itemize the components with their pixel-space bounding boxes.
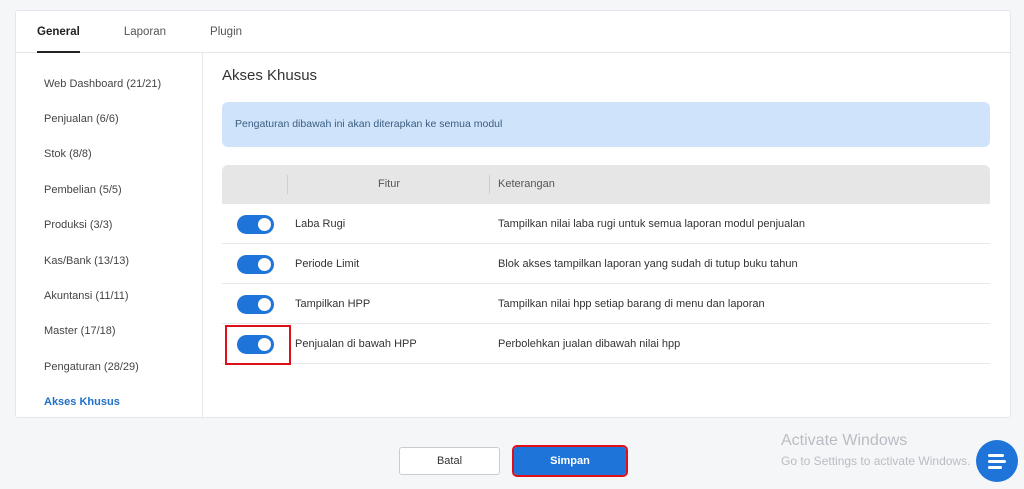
cancel-button[interactable]: Batal xyxy=(399,447,500,475)
watermark-subtitle: Go to Settings to activate Windows. xyxy=(781,454,971,468)
sidebar-item-penjualan[interactable]: Penjualan (6/6) xyxy=(44,113,119,125)
feature-name: Periode Limit xyxy=(295,258,360,270)
page-title: Akses Khusus xyxy=(222,67,318,84)
toggle-knob xyxy=(258,298,271,311)
features-table: Fitur Keterangan Laba Rugi Tampilkan nil… xyxy=(222,165,990,365)
toggle-switch[interactable] xyxy=(237,215,274,234)
info-banner-text: Pengaturan dibawah ini akan diterapkan k… xyxy=(235,118,503,130)
sidebar-item-akses-khusus[interactable]: Akses Khusus xyxy=(44,396,120,408)
chat-line xyxy=(988,466,1002,469)
chat-bubble-icon[interactable] xyxy=(976,440,1018,482)
header-divider xyxy=(489,175,490,194)
activate-windows-watermark: Activate Windows Go to Settings to activ… xyxy=(781,432,970,468)
sidebar-item-web-dashboard[interactable]: Web Dashboard (21/21) xyxy=(44,78,161,90)
feature-description: Perbolehkan jualan dibawah nilai hpp xyxy=(498,338,681,350)
table-row: Tampilkan HPP Tampilkan nilai hpp setiap… xyxy=(222,284,990,324)
toggle-knob xyxy=(258,338,271,351)
tab-general[interactable]: General xyxy=(37,11,80,53)
toggle-switch[interactable] xyxy=(237,335,274,354)
header-fitur: Fitur xyxy=(378,178,400,190)
toggle-switch[interactable] xyxy=(237,255,274,274)
tab-bar: General Laporan Plugin xyxy=(16,11,1010,53)
sidebar-item-produksi[interactable]: Produksi (3/3) xyxy=(44,219,112,231)
watermark-title: Activate Windows xyxy=(781,432,908,449)
sidebar-item-pengaturan[interactable]: Pengaturan (28/29) xyxy=(44,361,139,373)
table-row: Laba Rugi Tampilkan nilai laba rugi untu… xyxy=(222,204,990,244)
feature-description: Tampilkan nilai hpp setiap barang di men… xyxy=(498,298,765,310)
sidebar: Web Dashboard (21/21) Penjualan (6/6) St… xyxy=(16,53,203,417)
chat-line xyxy=(988,454,1004,457)
tab-laporan[interactable]: Laporan xyxy=(124,11,166,53)
header-divider xyxy=(287,175,288,194)
feature-name: Tampilkan HPP xyxy=(295,298,371,310)
settings-card: General Laporan Plugin Web Dashboard (21… xyxy=(15,10,1011,418)
save-button[interactable]: Simpan xyxy=(512,445,628,477)
feature-name: Penjualan di bawah HPP xyxy=(295,338,417,350)
feature-name: Laba Rugi xyxy=(295,218,346,230)
chat-line xyxy=(988,460,1006,463)
table-row: Periode Limit Blok akses tampilkan lapor… xyxy=(222,244,990,284)
table-row: Penjualan di bawah HPP Perbolehkan juala… xyxy=(222,324,990,365)
sidebar-item-kas-bank[interactable]: Kas/Bank (13/13) xyxy=(44,255,129,267)
feature-description: Tampilkan nilai laba rugi untuk semua la… xyxy=(498,218,805,230)
toggle-knob xyxy=(258,218,271,231)
table-header: Fitur Keterangan xyxy=(222,165,990,204)
tab-plugin[interactable]: Plugin xyxy=(210,11,242,53)
sidebar-item-stok[interactable]: Stok (8/8) xyxy=(44,148,92,160)
sidebar-item-master[interactable]: Master (17/18) xyxy=(44,325,116,337)
sidebar-item-akuntansi[interactable]: Akuntansi (11/11) xyxy=(44,290,129,302)
feature-description: Blok akses tampilkan laporan yang sudah … xyxy=(498,258,798,270)
header-keterangan: Keterangan xyxy=(498,178,555,190)
toggle-knob xyxy=(258,258,271,271)
info-banner: Pengaturan dibawah ini akan diterapkan k… xyxy=(222,102,990,147)
toggle-switch[interactable] xyxy=(237,295,274,314)
sidebar-item-pembelian[interactable]: Pembelian (5/5) xyxy=(44,184,122,196)
